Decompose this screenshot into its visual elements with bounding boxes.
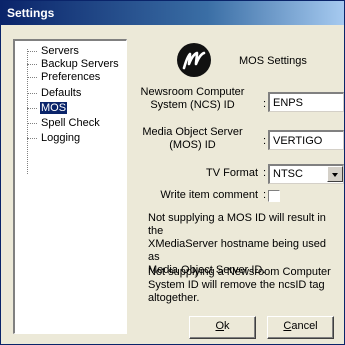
tv-format-label: TV Format: [206, 167, 258, 179]
mos-id-label: Media Object Server (MOS) ID: [142, 126, 243, 151]
ncs-id-input[interactable]: [268, 92, 344, 112]
write-item-comment-checkbox[interactable]: [268, 190, 280, 202]
settings-tree[interactable]: Servers Backup Servers Preferences Defau…: [13, 39, 127, 334]
tv-format-value: NTSC: [273, 168, 303, 180]
tv-format-select[interactable]: NTSC: [268, 164, 344, 184]
tree-item-mos[interactable]: MOS: [27, 102, 68, 115]
ncs-id-info-text: Not supplying a Newsroom Computer System …: [148, 266, 331, 304]
tree-item-backup-servers[interactable]: Backup Servers: [27, 58, 120, 71]
settings-dialog: Settings Servers Backup Servers Preferen…: [0, 0, 345, 345]
tree-item-servers[interactable]: Servers: [27, 45, 80, 58]
title-bar[interactable]: Settings: [1, 1, 344, 25]
chevron-down-icon[interactable]: [327, 166, 343, 182]
tree-item-preferences[interactable]: Preferences: [27, 71, 101, 84]
ncs-id-label: Newsroom Computer System (NCS) ID: [140, 86, 245, 111]
tree-item-defaults[interactable]: Defaults: [27, 87, 82, 100]
tree-item-logging[interactable]: Logging: [27, 132, 81, 145]
cancel-button[interactable]: Cancel: [267, 316, 334, 339]
tree-item-spell-check[interactable]: Spell Check: [27, 117, 101, 130]
mos-id-input[interactable]: [268, 130, 344, 150]
window-title: Settings: [7, 6, 55, 20]
ok-button[interactable]: Ok: [189, 316, 256, 339]
mos-logo-icon: [177, 43, 211, 77]
mos-settings-title: MOS Settings: [239, 55, 307, 67]
write-item-comment-label: Write item comment: [160, 189, 258, 201]
